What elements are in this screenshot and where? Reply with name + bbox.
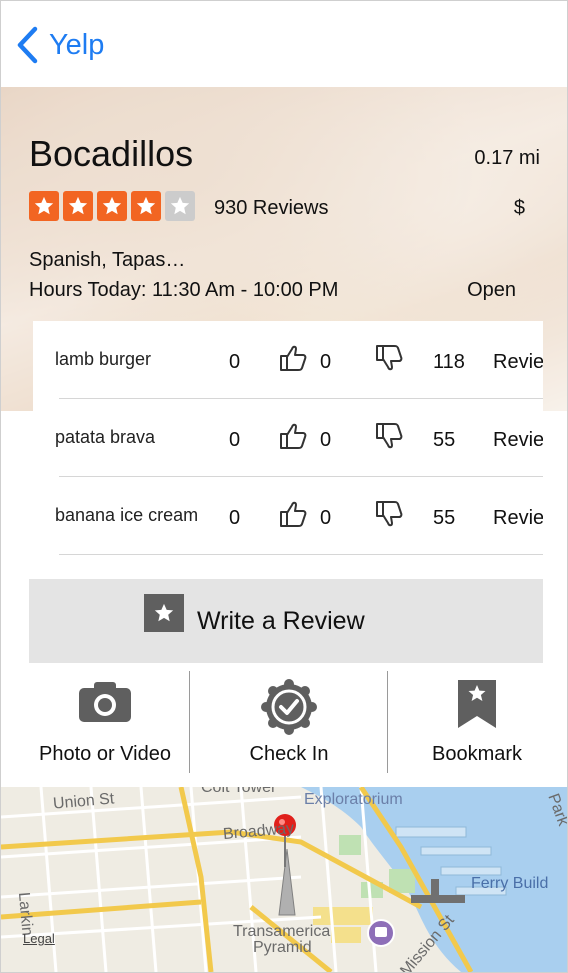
location-map[interactable]: Union St Coit Tower Exploratorium Broadw…: [1, 787, 567, 972]
business-name: Bocadillos: [29, 133, 194, 174]
dish-review-count: 55: [433, 429, 456, 451]
review-count[interactable]: 930 Reviews: [214, 197, 329, 220]
check-in-button[interactable]: Check In: [191, 669, 387, 773]
dish-list: lamb burger 0 0 118 Reviews patata brava…: [33, 321, 543, 555]
back-button[interactable]: Yelp: [15, 25, 104, 65]
nav-bar: Yelp: [1, 1, 567, 88]
dish-name: patata brava: [55, 427, 156, 447]
app-screen: Yelp Bocadillos 0.17 mi 930 Reviews $ Sp…: [0, 0, 568, 973]
list-item[interactable]: lamb burger 0 0 118 Reviews: [55, 321, 543, 399]
bookmark-label: Bookmark: [431, 743, 523, 765]
dish-review-count: 118: [433, 351, 465, 373]
thumbs-down-icon[interactable]: [375, 343, 403, 373]
price-level: $: [513, 197, 525, 219]
dish-reviews-link[interactable]: Reviews: [493, 351, 543, 374]
thumbs-up-icon[interactable]: [279, 343, 307, 373]
back-label: Yelp: [49, 29, 105, 61]
star-filled-icon: [63, 191, 93, 221]
star-square-icon: [144, 594, 184, 632]
map-label: Exploratorium: [304, 791, 403, 808]
thumbs-up-icon[interactable]: [279, 421, 307, 451]
write-review-button[interactable]: Write a Review: [29, 579, 543, 663]
upvote-count: 0: [320, 351, 332, 373]
star-empty-icon: [165, 191, 195, 221]
divider: [189, 671, 190, 773]
dish-reviews-link[interactable]: Reviews: [493, 507, 543, 530]
dish-count: 0: [229, 351, 241, 373]
star-filled-icon: [97, 191, 127, 221]
legal-link[interactable]: Legal: [23, 931, 55, 946]
distance: 0.17 mi: [474, 147, 540, 169]
open-status: Open: [467, 279, 516, 301]
dish-count: 0: [229, 429, 241, 451]
dish-review-count: 55: [433, 507, 456, 529]
chevron-left-icon: [17, 26, 38, 64]
dish-name: lamb burger: [55, 349, 152, 369]
star-rating: [29, 191, 195, 221]
camera-icon: [79, 682, 131, 722]
checkin-badge-icon: [261, 679, 317, 735]
check-in-label: Check In: [249, 743, 329, 765]
bookmark-icon: [458, 680, 496, 728]
bookmark-button[interactable]: Bookmark: [389, 669, 565, 773]
thumbs-down-icon[interactable]: [375, 499, 403, 529]
map-label: Pyramid: [253, 939, 312, 956]
photo-video-button[interactable]: Photo or Video: [19, 669, 191, 773]
upvote-count: 0: [320, 429, 332, 451]
write-review-label: Write a Review: [197, 607, 365, 635]
photo-video-label: Photo or Video: [39, 743, 171, 765]
map-label: Larkin: [14, 891, 36, 937]
list-item[interactable]: banana ice cream 0 0 55 Reviews: [55, 477, 543, 555]
divider: [387, 671, 388, 773]
thumbs-down-icon[interactable]: [375, 421, 403, 451]
upvote-count: 0: [320, 507, 332, 529]
hours-today: Hours Today: 11:30 Am - 10:00 PM: [29, 279, 339, 301]
list-item[interactable]: patata brava 0 0 55 Reviews: [55, 399, 543, 477]
star-filled-icon: [131, 191, 161, 221]
categories: Spanish, Tapas…: [29, 249, 186, 271]
dish-name: banana ice cream: [55, 505, 199, 525]
dish-reviews-link[interactable]: Reviews: [493, 429, 543, 452]
map-label: Coit Tower: [201, 787, 277, 796]
dish-count: 0: [229, 507, 241, 529]
thumbs-up-icon[interactable]: [279, 499, 307, 529]
star-filled-icon: [29, 191, 59, 221]
map-label: Ferry Build: [471, 875, 549, 892]
action-row: Photo or Video Check In Bookmark: [1, 669, 567, 781]
